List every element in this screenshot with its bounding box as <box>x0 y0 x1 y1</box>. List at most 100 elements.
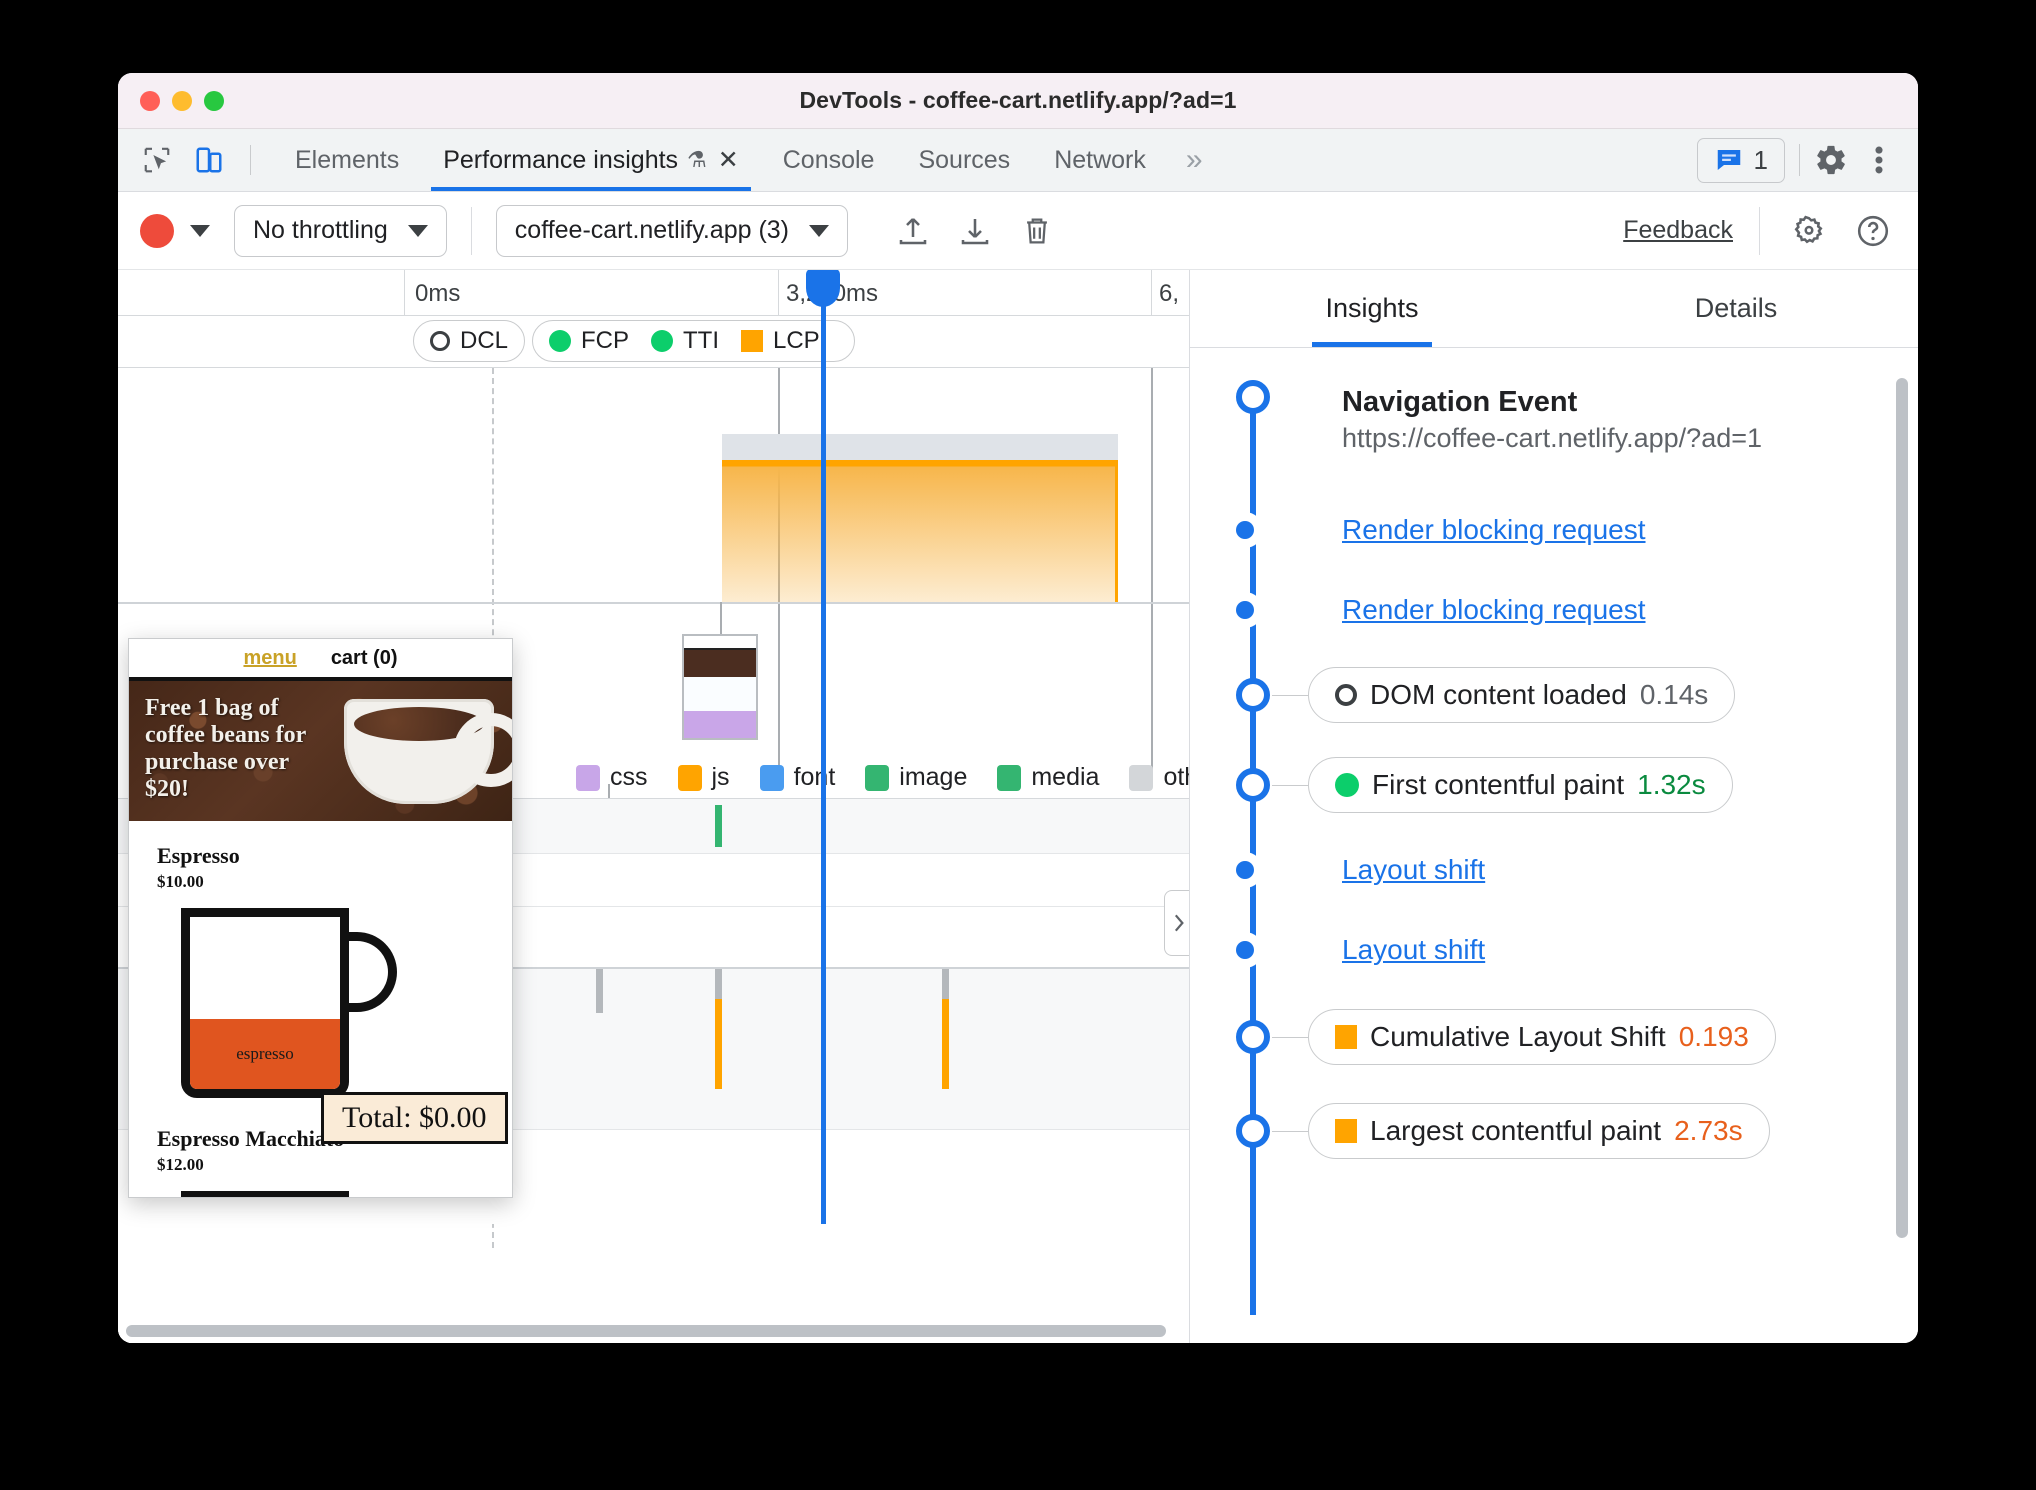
mug-body: espresso <box>181 908 349 1098</box>
tab-performance-insights[interactable]: Performance insights ⚗ ✕ <box>421 129 761 191</box>
sidebar-collapse-handle[interactable] <box>1164 890 1189 956</box>
playhead-handle[interactable] <box>806 270 840 307</box>
render-blocking-request-link[interactable]: Render blocking request <box>1342 594 1646 626</box>
tab-performance-insights-label: Performance insights <box>443 145 679 174</box>
target-select[interactable]: coffee-cart.netlify.app (3) <box>495 204 849 257</box>
timeline-ruler[interactable]: 0ms 3,200ms 6, <box>118 270 1189 316</box>
toolbar-right-group: Feedback <box>1623 206 1896 255</box>
insight-render-blocking-request-2[interactable]: Render blocking request <box>1190 570 1918 650</box>
insight-layout-shift-2[interactable]: Layout shift <box>1190 910 1918 990</box>
kebab-menu-icon[interactable] <box>1862 143 1896 177</box>
network-bar-image[interactable] <box>715 805 722 847</box>
render-blocking-request-link[interactable]: Render blocking request <box>1342 514 1646 546</box>
marker-dcl[interactable]: DCL <box>413 320 526 362</box>
legend-js-label: js <box>711 763 730 791</box>
marker-group-fcp-tti-lcp[interactable]: FCP TTI LCP <box>532 320 855 362</box>
trash-icon[interactable] <box>1014 208 1060 254</box>
close-tab-icon[interactable]: ✕ <box>718 145 739 175</box>
gear-icon[interactable] <box>1814 143 1848 177</box>
cup-fill <box>354 707 484 741</box>
record-button[interactable] <box>140 213 174 248</box>
chip-cumulative-layout-shift[interactable]: Cumulative Layout Shift 0.193 <box>1308 1009 1776 1065</box>
insight-first-contentful-paint[interactable]: First contentful paint 1.32s <box>1190 740 1918 830</box>
thumbnail-stem <box>720 602 722 634</box>
network-legend: css js font image media ot <box>576 763 1189 792</box>
lcp-marker-icon <box>1335 1119 1357 1143</box>
marker-dcl-label: DCL <box>460 327 509 354</box>
navigation-event-title: Navigation Event <box>1342 386 1578 418</box>
legend-font-label: font <box>793 763 836 791</box>
tab-insights[interactable]: Insights <box>1190 270 1554 347</box>
insight-node-small <box>1236 521 1254 539</box>
layout-shift-link[interactable]: Layout shift <box>1342 934 1485 966</box>
toolbar-divider-2 <box>1759 206 1760 255</box>
inspect-cursor-icon[interactable] <box>140 143 174 177</box>
insight-node-small <box>1236 861 1254 879</box>
chip-largest-contentful-paint[interactable]: Largest contentful paint 2.73s <box>1308 1103 1770 1159</box>
thumb-hero <box>684 650 756 677</box>
cls-marker-icon <box>1335 1025 1357 1049</box>
insight-connector <box>1272 695 1308 696</box>
network-bar-other[interactable] <box>715 969 722 999</box>
tab-list: Elements Performance insights ⚗ ✕ Consol… <box>273 129 1221 191</box>
insights-vscrollbar[interactable] <box>1896 378 1908 1238</box>
capture-settings-icon[interactable] <box>1786 208 1832 254</box>
message-count-button[interactable]: 1 <box>1696 137 1785 183</box>
preview-product-1: Espresso $10.00 espresso <box>157 843 484 1098</box>
thumb-body <box>684 676 756 712</box>
tab-insights-label: Insights <box>1325 293 1419 323</box>
insight-dom-content-loaded[interactable]: DOM content loaded 0.14s <box>1190 650 1918 740</box>
tti-marker-icon <box>651 330 673 352</box>
fcp-marker-icon <box>1335 773 1359 797</box>
network-bar-js[interactable] <box>942 999 949 1089</box>
help-icon[interactable] <box>1850 208 1896 254</box>
tab-sources[interactable]: Sources <box>896 129 1032 191</box>
product-price: $10.00 <box>157 872 204 891</box>
experiment-flask-icon: ⚗ <box>687 147 707 172</box>
chip-first-contentful-paint[interactable]: First contentful paint 1.32s <box>1308 757 1733 813</box>
device-toolbar-icon[interactable] <box>192 143 226 177</box>
ruler-tick <box>1151 270 1152 315</box>
screen-root: DevTools - coffee-cart.netlify.app/?ad=1 <box>0 0 2036 1490</box>
network-bar-js[interactable] <box>715 999 722 1089</box>
insight-cumulative-layout-shift[interactable]: Cumulative Layout Shift 0.193 <box>1190 990 1918 1084</box>
chip-label: Largest contentful paint <box>1370 1115 1662 1146</box>
tabbar-right-divider <box>1799 144 1800 176</box>
tab-details[interactable]: Details <box>1554 270 1918 347</box>
message-icon <box>1717 150 1740 170</box>
message-count-label: 1 <box>1753 144 1768 175</box>
legend-css-label: css <box>610 763 648 791</box>
timeline-playhead[interactable] <box>821 270 826 1224</box>
gridline <box>1151 368 1153 784</box>
network-bar-other[interactable] <box>596 969 603 1013</box>
feedback-link[interactable]: Feedback <box>1623 216 1733 245</box>
sidebar-tabs: Insights Details <box>1190 270 1918 348</box>
chip-dom-content-loaded[interactable]: DOM content loaded 0.14s <box>1308 667 1736 723</box>
more-tabs-button[interactable]: » <box>1168 129 1221 191</box>
insight-connector <box>1272 785 1308 786</box>
lcp-block[interactable] <box>722 460 1118 602</box>
timeline-screenshot-thumbnail[interactable] <box>682 634 758 740</box>
mug-body: milk foam <box>181 1191 349 1197</box>
insight-navigation-event[interactable]: Navigation Event https://coffee-cart.net… <box>1190 374 1918 490</box>
timeline-hscrollbar[interactable] <box>118 1319 1189 1343</box>
network-bar-other[interactable] <box>942 969 949 999</box>
tab-console[interactable]: Console <box>761 129 897 191</box>
record-options-caret-icon[interactable] <box>190 224 210 237</box>
upload-icon[interactable] <box>890 208 936 254</box>
insight-node-big <box>1236 1020 1270 1054</box>
devtools-window: DevTools - coffee-cart.netlify.app/?ad=1 <box>118 73 1918 1343</box>
navigation-event-url: https://coffee-cart.netlify.app/?ad=1 <box>1342 423 1763 453</box>
insight-largest-contentful-paint[interactable]: Largest contentful paint 2.73s <box>1190 1084 1918 1178</box>
download-icon[interactable] <box>952 208 998 254</box>
chip-value: 0.193 <box>1678 1021 1749 1052</box>
preview-site-nav: menu cart (0) <box>129 639 512 681</box>
tab-elements-label: Elements <box>295 145 400 174</box>
throttling-select[interactable]: No throttling <box>234 204 447 257</box>
insight-layout-shift-1[interactable]: Layout shift <box>1190 830 1918 910</box>
insight-render-blocking-request-1[interactable]: Render blocking request <box>1190 490 1918 570</box>
tab-network[interactable]: Network <box>1032 129 1168 191</box>
timeline-hscroll-thumb[interactable] <box>126 1325 1166 1337</box>
tab-elements[interactable]: Elements <box>273 129 421 191</box>
layout-shift-link[interactable]: Layout shift <box>1342 854 1485 886</box>
